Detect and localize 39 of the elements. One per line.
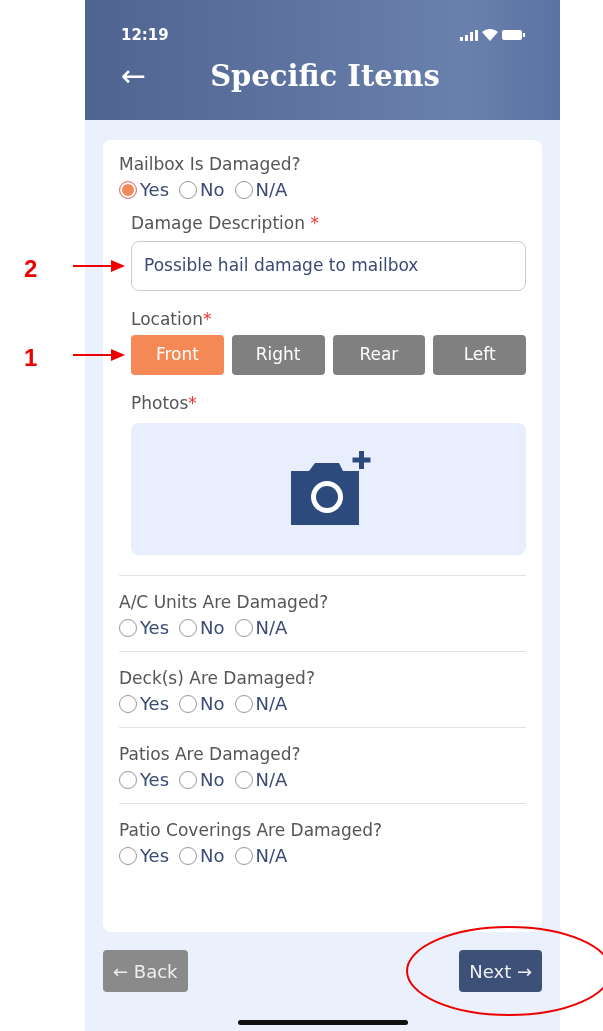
annotation-arrow [73, 259, 125, 273]
question-label: A/C Units Are Damaged? [119, 591, 330, 614]
radio-option[interactable]: Yes [119, 690, 170, 717]
radio-option[interactable]: No [179, 690, 225, 717]
radio-option[interactable]: No [179, 176, 225, 203]
radio-option[interactable]: No [179, 842, 225, 869]
field-label: Photos* [131, 392, 198, 415]
annotation-number: 2 [24, 254, 38, 284]
field-label: Location* [131, 308, 213, 331]
battery-icon [502, 29, 526, 42]
status-time: 12:19 [121, 25, 169, 46]
radio-option[interactable]: N/A [234, 176, 288, 203]
radio-option[interactable]: No [179, 766, 225, 793]
wifi-icon [482, 29, 498, 42]
field-label: Damage Description * [131, 212, 320, 235]
annotation-number: 1 [24, 343, 38, 373]
annotation-arrow [73, 348, 125, 362]
radio-option[interactable]: N/A [234, 690, 288, 717]
question-label: Mailbox Is Damaged? [119, 153, 302, 176]
photo-upload-area[interactable] [131, 423, 526, 555]
question-label: Patios Are Damaged? [119, 743, 302, 766]
radio-option[interactable]: N/A [234, 766, 288, 793]
location-button[interactable]: Rear [332, 335, 426, 375]
radio-option[interactable]: N/A [234, 842, 288, 869]
radio-option[interactable]: Yes [119, 842, 170, 869]
back-arrow[interactable]: ← [121, 61, 147, 92]
radio-option[interactable]: No [179, 614, 225, 641]
next-button[interactable]: Next → [459, 950, 542, 992]
location-button[interactable]: Right [231, 335, 325, 375]
radio-option[interactable]: Yes [119, 176, 170, 203]
radio-option[interactable]: N/A [234, 614, 288, 641]
question-label: Patio Coverings Are Damaged? [119, 819, 384, 842]
page-title: Specific Items [209, 57, 440, 95]
signal-icon [460, 29, 478, 41]
radio-option[interactable]: Yes [119, 614, 170, 641]
location-button[interactable]: Left [433, 335, 526, 375]
description-field[interactable]: Possible hail damage to mailbox [131, 241, 526, 291]
radio-option[interactable]: Yes [119, 766, 170, 793]
question-label: Deck(s) Are Damaged? [119, 667, 316, 690]
